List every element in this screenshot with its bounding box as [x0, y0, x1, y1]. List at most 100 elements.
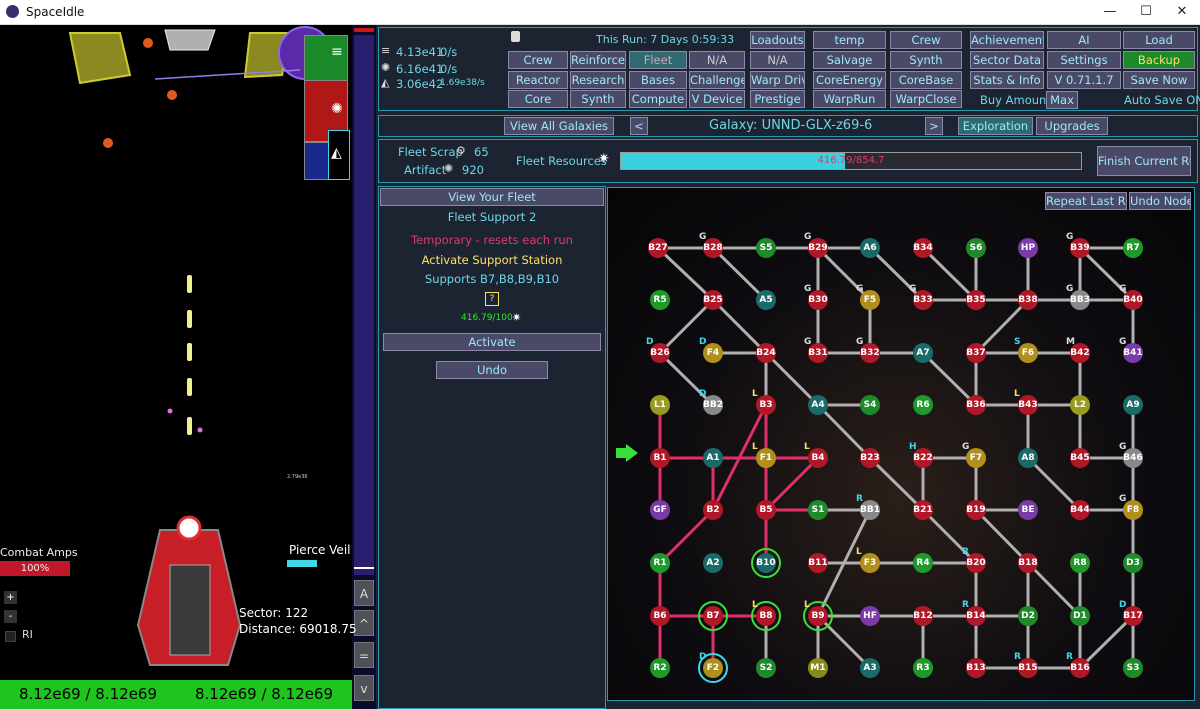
- plus-button[interactable]: +: [4, 591, 17, 604]
- map-node-r8[interactable]: R8: [1070, 553, 1090, 573]
- nav-compute[interactable]: Compute: [629, 90, 687, 108]
- nav-challenges[interactable]: Challenges: [689, 71, 745, 89]
- map-node-a8[interactable]: A8: [1018, 448, 1038, 468]
- map-node-l2[interactable]: L2: [1070, 395, 1090, 415]
- tab-database[interactable]: ≡: [304, 35, 348, 85]
- side-button-equal[interactable]: =: [354, 642, 374, 668]
- ri-checkbox[interactable]: [5, 631, 16, 642]
- nav-stats-info[interactable]: Stats & Info: [970, 71, 1044, 89]
- map-node-b15[interactable]: B15: [1018, 658, 1038, 678]
- map-node-b1[interactable]: B1: [650, 448, 670, 468]
- tab-exploration[interactable]: Exploration: [958, 117, 1033, 135]
- map-node-b9[interactable]: B9: [803, 601, 833, 631]
- map-node-b11[interactable]: B11: [808, 553, 828, 573]
- map-node-f6[interactable]: F6: [1018, 343, 1038, 363]
- nav-synth-2[interactable]: Synth: [890, 51, 962, 69]
- side-button-up[interactable]: ^: [354, 610, 374, 636]
- view-fleet-button[interactable]: View Your Fleet: [380, 188, 604, 206]
- map-node-r1[interactable]: R1: [650, 553, 670, 573]
- map-node-b23[interactable]: B23: [860, 448, 880, 468]
- prev-galaxy-button[interactable]: <: [630, 117, 648, 135]
- map-node-b19[interactable]: B19: [966, 500, 986, 520]
- map-node-b18[interactable]: B18: [1018, 553, 1038, 573]
- side-button-down[interactable]: v: [354, 675, 374, 701]
- activate-button[interactable]: Activate: [383, 333, 601, 351]
- map-node-b45[interactable]: B45: [1070, 448, 1090, 468]
- map-node-r7[interactable]: R7: [1123, 238, 1143, 258]
- map-node-b36[interactable]: B36: [966, 395, 986, 415]
- map-node-b25[interactable]: B25: [703, 290, 723, 310]
- map-node-a5[interactable]: A5: [756, 290, 776, 310]
- nav-ai[interactable]: AI: [1047, 31, 1121, 49]
- map-node-r2[interactable]: R2: [650, 658, 670, 678]
- map-node-d2[interactable]: D2: [1018, 606, 1038, 626]
- nav-achievements[interactable]: Achievements: [970, 31, 1044, 49]
- map-node-b7[interactable]: B7: [698, 601, 728, 631]
- map-node-bb1[interactable]: BB1: [860, 500, 880, 520]
- map-node-s6[interactable]: S6: [966, 238, 986, 258]
- nav-crew[interactable]: Crew: [508, 51, 568, 69]
- map-node-a4[interactable]: A4: [808, 395, 828, 415]
- nav-v-device[interactable]: V Device: [689, 90, 745, 108]
- map-node-b20[interactable]: B20: [966, 553, 986, 573]
- map-node-r4[interactable]: R4: [913, 553, 933, 573]
- map-node-s2[interactable]: S2: [756, 658, 776, 678]
- nav-core-base[interactable]: CoreBase: [890, 71, 962, 89]
- nav-crew-2[interactable]: Crew: [890, 31, 962, 49]
- map-node-r6[interactable]: R6: [913, 395, 933, 415]
- next-galaxy-button[interactable]: >: [925, 117, 943, 135]
- nav-load[interactable]: Load: [1123, 31, 1195, 49]
- map-node-be[interactable]: BE: [1018, 500, 1038, 520]
- map-node-a2[interactable]: A2: [703, 553, 723, 573]
- map-node-b43[interactable]: B43: [1018, 395, 1038, 415]
- combat-amps-value[interactable]: 100%: [0, 561, 70, 576]
- map-node-a6[interactable]: A6: [860, 238, 880, 258]
- finish-run-button[interactable]: Finish Current Run: [1097, 146, 1191, 176]
- map-node-a1[interactable]: A1: [703, 448, 723, 468]
- map-node-b6[interactable]: B6: [650, 606, 670, 626]
- map-node-b13[interactable]: B13: [966, 658, 986, 678]
- tab-shard[interactable]: ◭: [328, 130, 350, 180]
- map-node-b12[interactable]: B12: [913, 606, 933, 626]
- help-icon[interactable]: ?: [485, 292, 499, 306]
- nav-reinforce[interactable]: Reinforce: [570, 51, 626, 69]
- lock-icon[interactable]: [511, 31, 520, 42]
- side-button-a[interactable]: A: [354, 580, 374, 606]
- nav-salvage[interactable]: Salvage: [813, 51, 886, 69]
- map-node-l1[interactable]: L1: [650, 395, 670, 415]
- map-node-b38[interactable]: B38: [1018, 290, 1038, 310]
- map-node-b14[interactable]: B14: [966, 606, 986, 626]
- map-node-r3[interactable]: R3: [913, 658, 933, 678]
- nav-warp-drive[interactable]: Warp Drive: [750, 71, 805, 89]
- map-node-b34[interactable]: B34: [913, 238, 933, 258]
- nav-prestige[interactable]: Prestige: [750, 90, 805, 108]
- map-node-b2[interactable]: B2: [703, 500, 723, 520]
- map-node-b4[interactable]: B4: [808, 448, 828, 468]
- map-node-hp[interactable]: HP: [1018, 238, 1038, 258]
- maximize-button[interactable]: ☐: [1128, 0, 1164, 24]
- nav-warp-close[interactable]: WarpClose: [890, 90, 962, 108]
- map-node-b3[interactable]: B3: [756, 395, 776, 415]
- galaxy-node-map[interactable]: Repeat Last Run Undo Nodes B27B28GS5B29G…: [607, 187, 1195, 701]
- nav-synth[interactable]: Synth: [570, 90, 626, 108]
- nav-reactor[interactable]: Reactor: [508, 71, 568, 89]
- map-node-b37[interactable]: B37: [966, 343, 986, 363]
- view-all-galaxies-button[interactable]: View All Galaxies: [504, 117, 614, 135]
- nav-bases[interactable]: Bases: [629, 71, 687, 89]
- buy-amount-select[interactable]: Max: [1046, 91, 1078, 109]
- map-node-s4[interactable]: S4: [860, 395, 880, 415]
- map-node-b8[interactable]: B8: [751, 601, 781, 631]
- map-node-s5[interactable]: S5: [756, 238, 776, 258]
- nav-temp[interactable]: temp: [813, 31, 886, 49]
- minimize-button[interactable]: —: [1092, 0, 1128, 24]
- map-node-a3[interactable]: A3: [860, 658, 880, 678]
- map-node-d3[interactable]: D3: [1123, 553, 1143, 573]
- map-node-s1[interactable]: S1: [808, 500, 828, 520]
- nav-backup[interactable]: Backup: [1123, 51, 1195, 69]
- nav-research[interactable]: Research: [570, 71, 626, 89]
- map-node-f3[interactable]: F3: [860, 553, 880, 573]
- nav-core[interactable]: Core: [508, 90, 568, 108]
- map-node-b10[interactable]: B10: [751, 548, 781, 578]
- undo-button[interactable]: Undo: [436, 361, 548, 379]
- nav-settings[interactable]: Settings: [1047, 51, 1121, 69]
